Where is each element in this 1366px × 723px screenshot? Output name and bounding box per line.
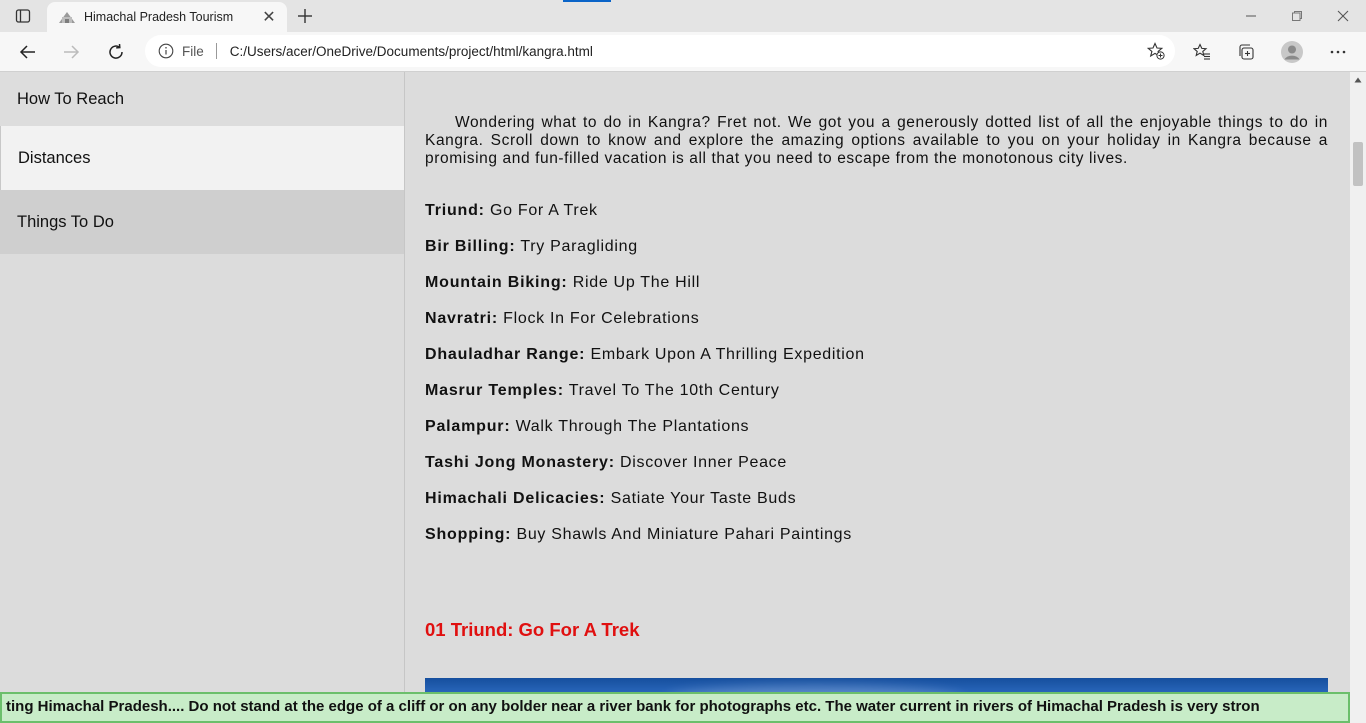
site-favicon [58,9,76,25]
plus-icon[interactable] [292,4,318,28]
list-item: Shopping: Buy Shawls And Miniature Pahar… [425,526,865,562]
list-item: Dhauladhar Range: Embark Upon A Thrillin… [425,346,865,382]
tab-bar: Himachal Pradesh Tourism ✕ [0,0,1366,32]
activity-desc: Flock In For Celebrations [498,310,700,327]
minimize-icon[interactable] [1228,0,1274,32]
activity-desc: Try Paragliding [515,238,638,255]
activity-desc: Travel To The 10th Century [563,382,780,399]
arrow-left-icon[interactable] [14,38,42,66]
sidebar-item-how-to-reach[interactable]: How To Reach [0,72,405,126]
activity-place: Dhauladhar Range: [425,346,586,363]
list-item: Triund: Go For A Trek [425,202,865,238]
url-scheme: File [182,43,204,59]
refresh-icon[interactable] [102,38,130,66]
sidebar-item-distances[interactable]: Distances [0,126,405,190]
scrollbar[interactable] [1350,72,1366,723]
activity-place: Shopping: [425,526,512,543]
list-item: Palampur: Walk Through The Plantations [425,418,865,454]
favorites-icon[interactable] [1188,38,1216,66]
list-item: Mountain Biking: Ride Up The Hill [425,274,865,310]
tab-actions-icon[interactable] [14,7,32,25]
activity-place: Palampur: [425,418,511,435]
ellipsis-icon[interactable] [1324,38,1352,66]
list-item: Masrur Temples: Travel To The 10th Centu… [425,382,865,418]
activity-place: Tashi Jong Monastery: [425,454,615,471]
arrow-right-icon[interactable] [57,38,85,66]
activity-place: Bir Billing: [425,238,516,255]
tab-close-icon[interactable]: ✕ [257,5,281,29]
activity-desc: Buy Shawls And Miniature Pahari Painting… [511,526,852,543]
tab-title: Himachal Pradesh Tourism [84,10,234,24]
intro-paragraph: Wondering what to do in Kangra? Fret not… [425,114,1328,167]
browser-tab[interactable]: Himachal Pradesh Tourism ✕ [47,2,287,32]
url-text[interactable]: C:/Users/acer/OneDrive/Documents/project… [230,44,1143,59]
activities-list: Triund: Go For A Trek Bir Billing: Try P… [425,202,865,562]
activity-place: Himachali Delicacies: [425,490,606,507]
star-plus-icon[interactable] [1143,38,1169,64]
list-item: Bir Billing: Try Paragliding [425,238,865,274]
sidebar-nav: How To Reach Distances Things To Do [0,72,405,254]
browser-toolbar: File C:/Users/acer/OneDrive/Documents/pr… [0,32,1366,72]
activity-desc: Discover Inner Peace [614,454,787,471]
sidebar-item-things-to-do[interactable]: Things To Do [0,190,405,254]
list-item: Navratri: Flock In For Celebrations [425,310,865,346]
address-bar[interactable]: File C:/Users/acer/OneDrive/Documents/pr… [145,35,1175,67]
scroll-up-icon[interactable] [1350,72,1366,88]
activity-place: Masrur Temples: [425,382,564,399]
scroll-thumb[interactable] [1353,142,1363,186]
page-viewport: How To Reach Distances Things To Do Wond… [0,72,1350,723]
collections-icon[interactable] [1232,38,1260,66]
activity-place: Mountain Biking: [425,274,568,291]
close-icon[interactable] [1320,0,1366,32]
section-heading: 01 Triund: Go For A Trek [425,619,640,640]
info-icon[interactable] [158,43,174,59]
list-item: Himachali Delicacies: Satiate Your Taste… [425,490,865,526]
profile-icon[interactable] [1278,38,1306,66]
sidebar-divider [404,72,405,723]
activity-place: Navratri: [425,310,499,327]
activity-desc: Walk Through The Plantations [510,418,750,435]
safety-marquee: ting Himachal Pradesh.... Do not stand a… [0,692,1350,723]
address-separator [215,43,217,59]
activity-desc: Go For A Trek [484,202,598,219]
list-item: Tashi Jong Monastery: Discover Inner Pea… [425,454,865,490]
activity-desc: Satiate Your Taste Buds [605,490,797,507]
activity-desc: Ride Up The Hill [567,274,701,291]
activity-place: Triund: [425,202,485,219]
tab-strip-accent [563,0,611,2]
restore-icon[interactable] [1274,0,1320,32]
activity-desc: Embark Upon A Thrilling Expedition [585,346,865,363]
